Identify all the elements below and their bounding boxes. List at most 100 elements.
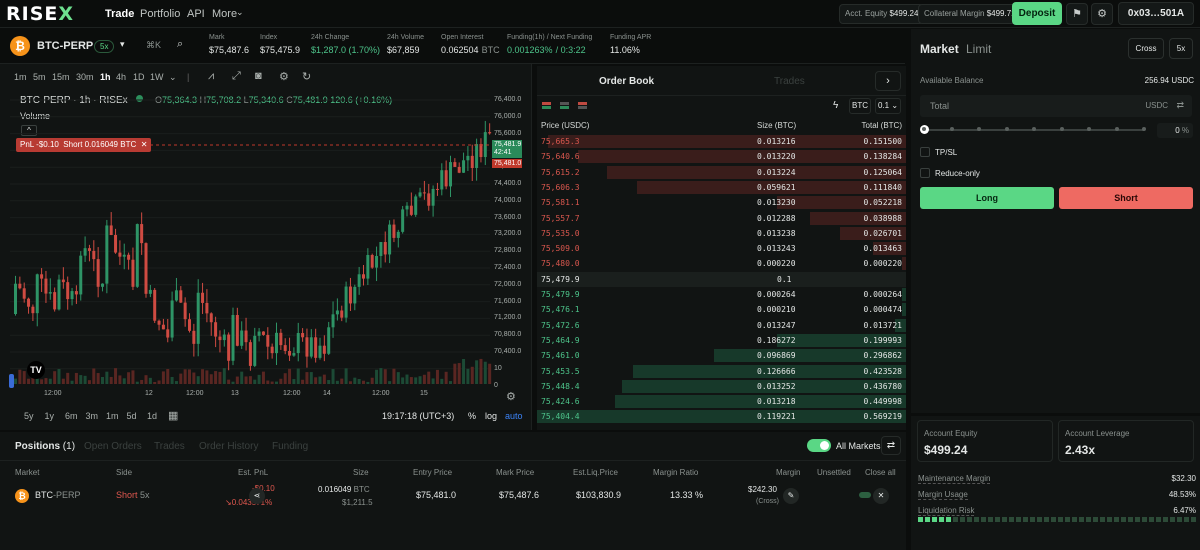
close-all-button[interactable]: Close all — [865, 468, 896, 477]
tf-4h[interactable]: 4h — [116, 72, 126, 82]
scale-percent[interactable]: % — [468, 411, 476, 421]
tab-limit[interactable]: Limit — [966, 42, 991, 56]
gear-icon[interactable]: ⚙ — [506, 390, 516, 403]
bid-row[interactable]: 75,472.6 0.013247 0.013721 — [537, 318, 906, 333]
nav-trade[interactable]: Trade — [105, 8, 134, 20]
bid-row[interactable]: 75,464.9 0.186272 0.199993 — [537, 333, 906, 348]
indicators-icon[interactable]: ⩘ — [208, 70, 214, 83]
ask-row[interactable]: 75,557.7 0.012288 0.038988 — [537, 211, 906, 226]
chevron-down-icon[interactable]: ⌄ — [169, 72, 177, 83]
bid-row[interactable]: 75,479.9 0.000264 0.000264 — [537, 287, 906, 302]
leverage-button[interactable]: 5x — [1169, 38, 1193, 59]
nav-portfolio[interactable]: Portfolio — [140, 8, 180, 20]
swap-icon[interactable]: ⇄ — [1176, 100, 1184, 111]
slider-tick[interactable] — [1059, 127, 1064, 131]
bid-row[interactable]: 75,448.4 0.013252 0.436780 — [537, 379, 906, 394]
view-bids-icon[interactable] — [560, 102, 569, 109]
range-5y[interactable]: 5y — [24, 411, 34, 421]
edit-icon[interactable]: ✎ — [783, 488, 799, 504]
range-3m[interactable]: 3m — [86, 411, 99, 421]
calendar-icon[interactable]: ▦ — [168, 409, 178, 422]
short-button[interactable]: Short — [1059, 187, 1193, 209]
ask-row[interactable]: 75,606.3 0.059621 0.111840 — [537, 180, 906, 195]
chevron-right-icon[interactable]: › — [875, 71, 901, 91]
margin-mode-button[interactable]: Cross — [1128, 38, 1164, 59]
view-asks-icon[interactable] — [578, 102, 587, 109]
share-icon[interactable]: ⋖ — [249, 488, 265, 504]
tf-1d[interactable]: 1D — [133, 72, 145, 82]
wallet-button[interactable]: 0x03…501A — [1118, 2, 1194, 25]
gear-icon[interactable]: ⚙ — [279, 70, 289, 83]
ask-row[interactable]: 75,640.6 0.013220 0.138284 — [537, 149, 906, 164]
scroll-handle[interactable] — [9, 374, 14, 388]
range-5d[interactable]: 5d — [127, 411, 137, 421]
long-button[interactable]: Long — [920, 187, 1054, 209]
all-markets-toggle[interactable] — [807, 439, 831, 452]
slider-tick[interactable] — [1087, 127, 1091, 131]
position-market[interactable]: BTC-PERP — [35, 490, 81, 500]
chevron-down-icon[interactable]: ⌄ — [236, 7, 244, 18]
ask-row[interactable]: 75,615.2 0.013224 0.125064 — [537, 165, 906, 180]
slider-tick[interactable] — [949, 127, 954, 131]
tf-30m[interactable]: 30m — [76, 72, 94, 82]
bid-row[interactable]: 75,424.6 0.013218 0.449998 — [537, 394, 906, 409]
total-input[interactable]: Total USDC ⇄ — [920, 95, 1192, 117]
deposit-button[interactable]: Deposit — [1012, 2, 1062, 25]
tf-1h[interactable]: 1h — [100, 72, 111, 82]
gear-icon[interactable]: ⚙ — [1091, 3, 1113, 25]
bid-row[interactable]: 75,404.4 0.119221 0.569219 — [537, 409, 906, 424]
fullscreen-icon[interactable]: ⤢ — [232, 70, 241, 83]
slider-tick[interactable] — [977, 127, 981, 131]
slider-tick[interactable] — [922, 127, 926, 131]
range-6m[interactable]: 6m — [65, 411, 78, 421]
tab-order-book[interactable]: Order Book — [599, 76, 654, 87]
scale-log[interactable]: log — [485, 411, 497, 421]
tab-order-history[interactable]: Order History — [199, 441, 258, 452]
close-icon[interactable]: ✕ — [873, 488, 889, 504]
range-1y[interactable]: 1y — [45, 411, 55, 421]
tab-open-orders[interactable]: Open Orders — [84, 441, 142, 452]
swap-icon[interactable]: ⇄ — [881, 436, 901, 455]
tpsl-checkbox[interactable] — [920, 147, 930, 157]
range-1m[interactable]: 1m — [106, 411, 119, 421]
slider-tick[interactable] — [1032, 127, 1036, 131]
search-icon[interactable]: ⌕ — [177, 38, 183, 51]
tradingview-logo[interactable]: TV — [27, 361, 45, 379]
ask-row[interactable]: 75,480.0 0.000220 0.000220 — [537, 256, 906, 271]
slider-percent-input[interactable]: 0 % — [1157, 123, 1193, 138]
tab-market[interactable]: Market — [920, 42, 959, 56]
tf-1w[interactable]: 1W — [150, 72, 164, 82]
refresh-icon[interactable]: ↻ — [302, 70, 311, 83]
price-chart[interactable]: 1m 5m 15m 30m 1h 4h 1D 1W ⌄ | ⩘ ⤢ ◙ ⚙ ↻ … — [0, 64, 532, 430]
tab-trades[interactable]: Trades — [774, 76, 805, 87]
tab-positions[interactable]: Positions (1) — [15, 441, 75, 452]
view-both-icon[interactable] — [542, 102, 551, 109]
camera-icon[interactable]: ◙ — [255, 70, 262, 82]
chevron-down-icon[interactable]: ▾ — [120, 39, 125, 50]
close-icon[interactable]: ✕ — [141, 140, 148, 149]
slider-tick[interactable] — [1142, 127, 1146, 131]
pnl-badge[interactable]: PnL -$0.10 Short 0.016049 BTC ✕ — [16, 138, 152, 152]
range-1d[interactable]: 1d — [147, 411, 157, 421]
bid-row[interactable]: 75,476.1 0.000210 0.000474 — [537, 302, 906, 317]
logo[interactable]: RISEX — [6, 3, 74, 25]
ask-row[interactable]: 75,665.3 0.013216 0.151500 — [537, 134, 906, 149]
bid-row[interactable]: 75,461.0 0.096869 0.296862 — [537, 348, 906, 363]
unit-toggle[interactable]: BTC — [849, 98, 871, 114]
nav-more[interactable]: More — [212, 8, 237, 20]
lightning-icon[interactable]: ϟ — [833, 100, 838, 111]
tick-size-select[interactable]: 0.1 ⌄ — [875, 98, 901, 114]
slider-tick[interactable] — [1114, 127, 1119, 131]
tf-15m[interactable]: 15m — [52, 72, 70, 82]
tab-trades[interactable]: Trades — [154, 441, 185, 452]
market-symbol[interactable]: BTC-PERP — [37, 40, 93, 52]
bid-row[interactable]: 75,453.5 0.126666 0.423528 — [537, 364, 906, 379]
ask-row[interactable]: 75,581.1 0.013230 0.052218 — [537, 195, 906, 210]
tf-1m[interactable]: 1m — [14, 72, 27, 82]
ask-row[interactable]: 75,509.0 0.013243 0.013463 — [537, 241, 906, 256]
ask-row[interactable]: 75,535.0 0.013238 0.026701 — [537, 226, 906, 241]
slider-tick[interactable] — [1004, 127, 1009, 131]
tf-5m[interactable]: 5m — [33, 72, 46, 82]
scale-auto[interactable]: auto — [505, 411, 523, 421]
feedback-icon[interactable]: ⚑ — [1066, 3, 1088, 25]
